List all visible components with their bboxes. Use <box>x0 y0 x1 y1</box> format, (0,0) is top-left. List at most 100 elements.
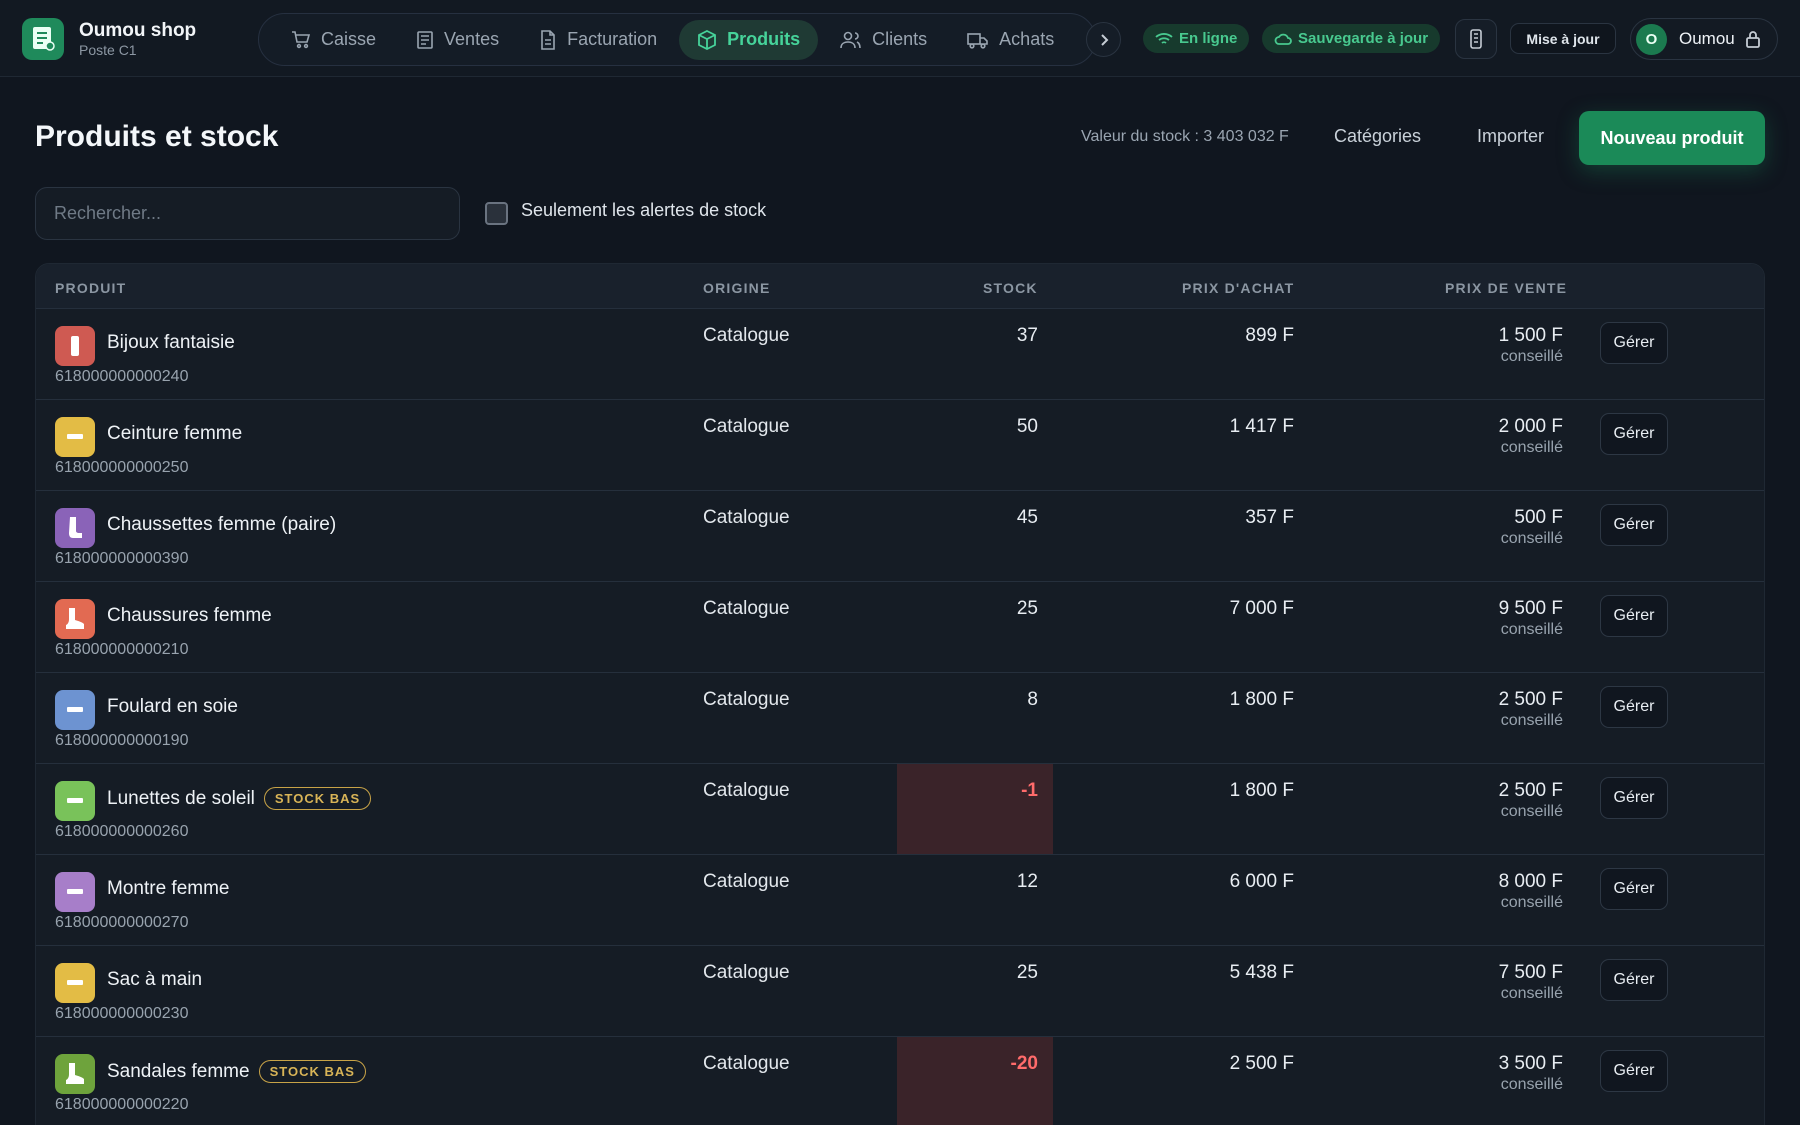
sell-price: 3 500 F <box>1498 1053 1563 1074</box>
manage-button[interactable]: Gérer <box>1600 959 1668 1001</box>
product-origin: Catalogue <box>703 325 790 346</box>
manage-button[interactable]: Gérer <box>1600 413 1668 455</box>
product-origin: Catalogue <box>703 962 790 983</box>
buy-price: 7 000 F <box>1229 598 1294 619</box>
stock-quantity: 8 <box>1027 689 1038 710</box>
buy-price: 899 F <box>1245 325 1294 346</box>
product-thumbnail-icon <box>55 326 95 366</box>
mobile-icon <box>1470 29 1482 49</box>
product-name-cell[interactable]: Chaussures femme <box>107 605 272 627</box>
device-button[interactable] <box>1455 19 1497 59</box>
import-button[interactable]: Importer <box>1477 126 1544 147</box>
stock-cell: 25 <box>897 946 1053 1036</box>
sell-price-note: conseillé <box>1500 1076 1563 1093</box>
manage-button[interactable]: Gérer <box>1600 595 1668 637</box>
product-name-cell[interactable]: Foulard en soie <box>107 696 238 718</box>
product-name-cell[interactable]: Ceinture femme <box>107 423 242 445</box>
sell-price-note: conseillé <box>1500 985 1563 1002</box>
chevron-right-icon <box>1100 33 1108 46</box>
buy-price: 357 F <box>1245 507 1294 528</box>
manage-button[interactable]: Gérer <box>1600 686 1668 728</box>
stock-cell: 8 <box>897 673 1053 763</box>
stock-cell: -1 <box>897 764 1053 854</box>
manage-button[interactable]: Gérer <box>1600 868 1668 910</box>
product-barcode: 618000000000210 <box>55 641 189 658</box>
product-name: Bijoux fantaisie <box>107 332 235 353</box>
product-name-cell[interactable]: Bijoux fantaisie <box>107 332 235 354</box>
stock-quantity: 45 <box>1016 507 1038 528</box>
nav-ventes-label: Ventes <box>444 29 500 49</box>
stock-alerts-checkbox[interactable] <box>485 202 508 225</box>
sell-price: 2 500 F <box>1498 689 1563 710</box>
product-name: Ceinture femme <box>107 423 243 444</box>
product-origin: Catalogue <box>703 1053 790 1074</box>
product-name-cell[interactable]: Sac à main <box>107 969 202 991</box>
manage-button[interactable]: Gérer <box>1600 777 1668 819</box>
nav-clients-label: Clients <box>872 29 928 49</box>
nav-achats-label: Achats <box>999 29 1055 49</box>
sell-price-note: conseillé <box>1500 621 1563 638</box>
user-menu[interactable]: O Oumou <box>1630 18 1778 60</box>
buy-price: 1 417 F <box>1229 416 1294 437</box>
table-row: Foulard en soie 618000000000190 Catalogue 8… <box>36 673 1764 764</box>
users-icon <box>840 31 861 48</box>
nav-clients[interactable]: Clients <box>822 20 945 60</box>
product-name: Sandales femme <box>107 1060 250 1082</box>
stock-quantity: -20 <box>1010 1053 1038 1074</box>
product-name-cell[interactable]: Chaussettes femme (paire) <box>107 514 336 536</box>
header-stock[interactable]: STOCK <box>983 280 1038 296</box>
lock-icon[interactable] <box>1745 30 1761 48</box>
table-row: Sandales femme STOCK BAS 618000000000220 Ca… <box>36 1037 1764 1125</box>
product-name: Chaussures femme <box>107 605 272 626</box>
header-origin[interactable]: ORIGINE <box>703 280 771 296</box>
product-barcode: 618000000000270 <box>55 914 189 931</box>
header-buy-price[interactable]: PRIX D'ACHAT <box>1182 280 1294 296</box>
manage-button[interactable]: Gérer <box>1600 1050 1668 1092</box>
table-row: Ceinture femme 618000000000250 Catalogue 50… <box>36 400 1764 491</box>
stock-quantity: 12 <box>1016 871 1038 892</box>
user-name: Oumou <box>1679 29 1735 48</box>
manage-button[interactable]: Gérer <box>1600 504 1668 546</box>
stock-alerts-label: Seulement les alertes de stock <box>521 200 767 220</box>
product-origin: Catalogue <box>703 780 790 801</box>
table-row: Chaussures femme 618000000000210 Catalogue… <box>36 582 1764 673</box>
product-name: Chaussettes femme (paire) <box>107 514 337 535</box>
header-sell-price[interactable]: PRIX DE VENTE <box>1445 280 1567 296</box>
product-name-cell[interactable]: Sandales femme STOCK BAS <box>107 1060 366 1083</box>
product-name-cell[interactable]: Lunettes de soleil STOCK BAS <box>107 787 372 810</box>
nav-ventes[interactable]: Ventes <box>398 20 517 60</box>
sell-price: 9 500 F <box>1498 598 1563 619</box>
nav-achats[interactable]: Achats <box>949 20 1072 60</box>
nav-next-button[interactable] <box>1086 22 1121 57</box>
station-name: Poste C1 <box>79 41 137 58</box>
header-product[interactable]: PRODUIT <box>55 280 126 296</box>
manage-button[interactable]: Gérer <box>1600 322 1668 364</box>
sell-price: 8 000 F <box>1498 871 1563 892</box>
online-status-badge: En ligne <box>1143 24 1250 53</box>
sell-price-note: conseillé <box>1500 439 1563 456</box>
nav-facturation-label: Facturation <box>567 29 658 49</box>
product-origin: Catalogue <box>703 507 790 528</box>
stock-quantity: -1 <box>1021 780 1038 801</box>
product-name-cell[interactable]: Montre femme <box>107 878 229 900</box>
product-barcode: 618000000000390 <box>55 550 189 567</box>
product-thumbnail-icon <box>55 963 95 1003</box>
search-input[interactable] <box>35 187 460 240</box>
buy-price: 1 800 F <box>1229 689 1294 710</box>
receipt-icon <box>417 30 433 49</box>
nav-caisse[interactable]: Caisse <box>273 20 394 60</box>
truck-icon <box>967 32 988 49</box>
product-thumbnail-icon <box>55 508 95 548</box>
product-thumbnail-icon <box>55 872 95 912</box>
buy-price: 6 000 F <box>1229 871 1294 892</box>
brand: Oumou shop Poste C1 <box>22 18 196 60</box>
stock-cell: 50 <box>897 400 1053 490</box>
new-product-button[interactable]: Nouveau produit <box>1579 111 1765 165</box>
sell-price: 2 000 F <box>1498 416 1563 437</box>
update-button[interactable]: Mise à jour <box>1510 23 1616 54</box>
product-barcode: 618000000000250 <box>55 459 189 476</box>
nav-facturation[interactable]: Facturation <box>521 20 675 60</box>
categories-button[interactable]: Catégories <box>1334 126 1421 147</box>
nav-produits[interactable]: Produits <box>679 19 819 60</box>
stock-quantity: 37 <box>1016 325 1038 346</box>
